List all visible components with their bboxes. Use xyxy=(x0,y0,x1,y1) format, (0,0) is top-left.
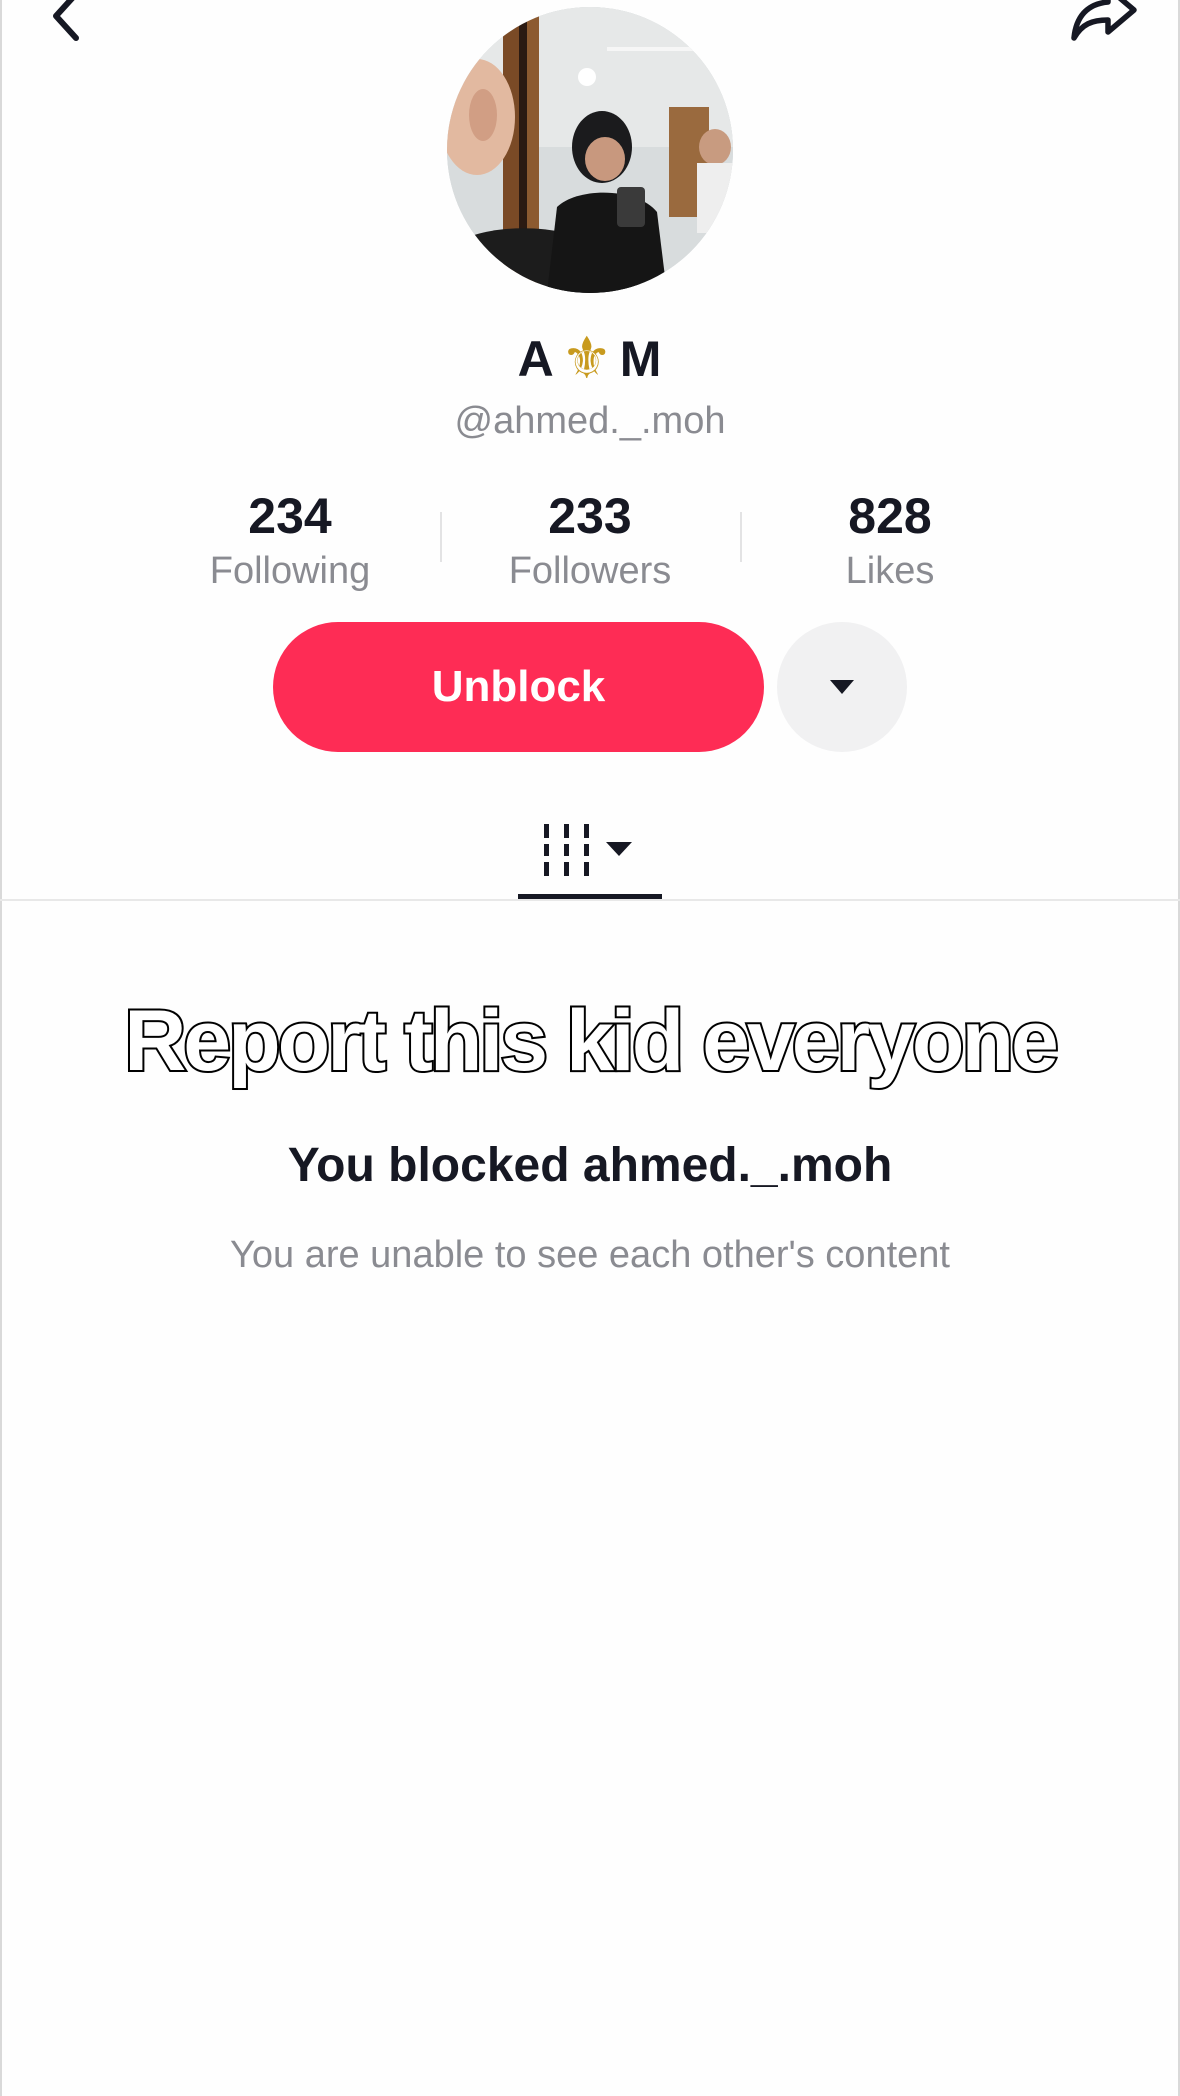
share-button[interactable] xyxy=(1064,0,1144,48)
stat-value: 828 xyxy=(848,488,932,544)
more-options-button[interactable] xyxy=(777,622,907,752)
stat-followers[interactable]: 233 Followers xyxy=(440,486,740,596)
blocked-subtitle: You are unable to see each other's conte… xyxy=(230,1234,950,1276)
avatar[interactable] xyxy=(447,7,733,293)
display-name-right: M xyxy=(619,331,663,387)
tab-divider xyxy=(0,899,1180,901)
back-button[interactable] xyxy=(36,0,96,46)
fleur-de-lis-icon: ⚜ xyxy=(560,326,614,391)
videos-grid-icon xyxy=(544,824,632,876)
blocked-title: You blocked ahmed._.moh xyxy=(287,1139,893,1192)
chevron-left-icon xyxy=(53,0,79,41)
stat-value: 233 xyxy=(548,488,632,544)
stat-divider xyxy=(740,512,742,562)
caret-down-icon xyxy=(830,680,854,694)
tab-videos[interactable] xyxy=(518,800,662,900)
username: @ahmed._.moh xyxy=(454,400,726,442)
overlay-caption: Report this kid everyone xyxy=(122,991,1061,1091)
display-name: A ⚜ M xyxy=(0,330,1180,388)
display-name-left: A xyxy=(517,331,555,387)
profile-stats: 234 Following 233 Followers 828 Likes xyxy=(140,486,1040,596)
share-arrow-icon xyxy=(1071,0,1137,41)
stat-divider xyxy=(440,512,442,562)
profile-page: A ⚜ M @ahmed._.moh 234 Following 233 Fol… xyxy=(0,0,1180,2096)
stat-following[interactable]: 234 Following xyxy=(140,486,440,596)
stat-label: Followers xyxy=(508,550,672,592)
stat-label: Following xyxy=(209,550,371,592)
unblock-button[interactable]: Unblock xyxy=(273,622,764,752)
stat-value: 234 xyxy=(248,488,332,544)
stat-label: Likes xyxy=(845,550,935,592)
stat-likes[interactable]: 828 Likes xyxy=(740,486,1040,596)
avatar-photo xyxy=(447,7,733,293)
